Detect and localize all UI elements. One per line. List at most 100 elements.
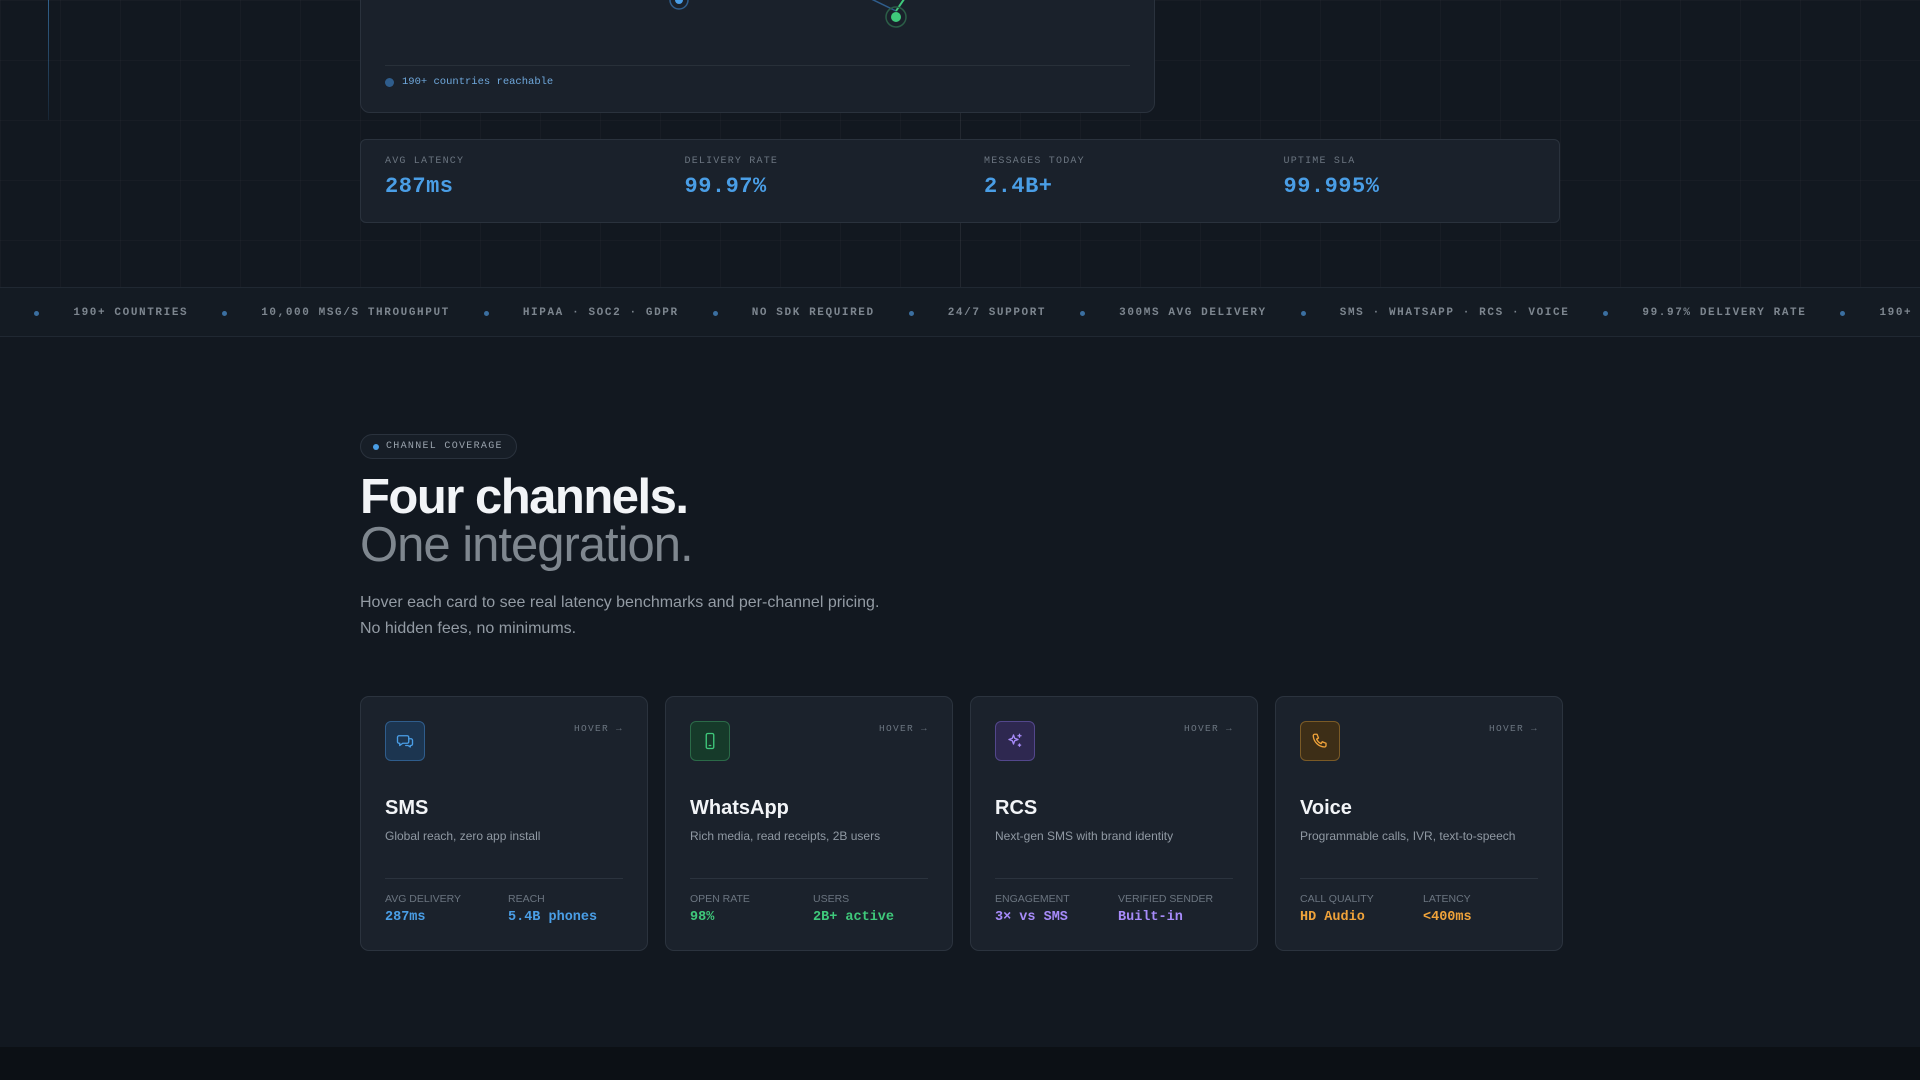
metric-label: VERIFIED SENDER xyxy=(1118,893,1214,905)
hover-hint: HOVER → xyxy=(573,723,623,734)
stat-avg-latency: AVG LATENCY 287ms xyxy=(361,140,661,222)
section-headline: Four channels. xyxy=(360,470,689,524)
ticker-item: NO SDK REQUIRED xyxy=(751,307,875,319)
ticker-track: TE 190+ COUNTRIES 10,000 MSG/S THROUGHPU… xyxy=(0,288,1920,336)
coverage-map xyxy=(669,0,907,28)
section-subheadline: One integration. xyxy=(360,518,694,572)
coverage-map-card: 190+ countries reachable xyxy=(360,0,1155,113)
map-footer-text: 190+ countries reachable xyxy=(402,76,554,88)
stat-delivery-rate: DELIVERY RATE 99.97% xyxy=(661,140,961,222)
ticker-item: 10,000 MSG/S THROUGHPUT xyxy=(261,307,450,319)
stat-label: UPTIME SLA xyxy=(1283,156,1356,167)
metric-label: REACH xyxy=(508,893,545,905)
metric: USERS 2B+ active xyxy=(813,893,936,925)
sparkles-icon xyxy=(995,721,1035,761)
ticker-separator xyxy=(222,310,228,316)
ticker-item: 190+ COUNT xyxy=(1879,307,1920,319)
metric-value: 287ms xyxy=(385,910,426,925)
ticker-item: 300MS AVG DELIVERY xyxy=(1119,307,1267,319)
map-node-active xyxy=(891,12,901,22)
card-description: Global reach, zero app install xyxy=(385,829,541,843)
metric: ENGAGEMENT 3× vs SMS xyxy=(995,893,1118,925)
map-node xyxy=(675,0,683,4)
card-description: Rich media, read receipts, 2B users xyxy=(690,829,881,843)
metric-value: 98% xyxy=(690,910,715,925)
ticker-separator xyxy=(1840,310,1846,316)
route-line xyxy=(895,0,905,12)
pill-label: CHANNEL COVERAGE xyxy=(386,441,503,452)
pill-dot xyxy=(373,443,379,450)
stat-value: 2.4B+ xyxy=(984,174,1053,199)
metric-label: ENGAGEMENT xyxy=(995,893,1070,905)
card-description: Next-gen SMS with brand identity xyxy=(995,829,1174,843)
metric-label: AVG DELIVERY xyxy=(385,893,462,905)
stat-value: 99.995% xyxy=(1283,174,1380,199)
metric: OPEN RATE 98% xyxy=(690,893,813,925)
card-title: SMS xyxy=(385,797,429,819)
divider xyxy=(690,878,928,879)
divider xyxy=(995,878,1233,879)
card-description: Programmable calls, IVR, text-to-speech xyxy=(1300,829,1516,843)
hero-section: 190+ countries reachable AVG LATENCY 287… xyxy=(0,0,1920,287)
ticker-item: SMS · WHATSAPP · RCS · VOICE xyxy=(1339,307,1570,319)
section-pill: CHANNEL COVERAGE xyxy=(360,434,517,459)
card-metrics: ENGAGEMENT 3× vs SMS VERIFIED SENDER Bui… xyxy=(995,893,1241,925)
channel-cards: HOVER → SMS Global reach, zero app insta… xyxy=(360,696,1563,951)
stat-label: AVG LATENCY xyxy=(385,156,465,167)
channel-card-voice[interactable]: HOVER → Voice Programmable calls, IVR, t… xyxy=(1275,696,1563,951)
channel-card-rcs[interactable]: HOVER → RCS Next-gen SMS with brand iden… xyxy=(970,696,1258,951)
accent-line xyxy=(48,0,49,120)
metric: LATENCY <400ms xyxy=(1423,893,1546,925)
card-metrics: CALL QUALITY HD Audio LATENCY <400ms xyxy=(1300,893,1546,925)
ticker-separator xyxy=(712,310,718,316)
stat-label: DELIVERY RATE xyxy=(684,156,779,167)
ticker-separator xyxy=(908,310,914,316)
ticker-item: 99.97% DELIVERY RATE xyxy=(1642,307,1807,319)
metric-value: 3× vs SMS xyxy=(995,910,1068,925)
stat-value: 99.97% xyxy=(684,174,767,199)
ticker-item: HIPAA · SOC2 · GDPR xyxy=(522,307,679,319)
metric-label: USERS xyxy=(813,893,850,905)
metric-label: OPEN RATE xyxy=(690,893,750,905)
metric: REACH 5.4B phones xyxy=(508,893,631,925)
stat-value: 287ms xyxy=(385,174,454,199)
divider xyxy=(385,878,623,879)
footer-band xyxy=(0,1047,1920,1080)
metric: VERIFIED SENDER Built-in xyxy=(1118,893,1241,925)
channel-card-sms[interactable]: HOVER → SMS Global reach, zero app insta… xyxy=(360,696,648,951)
ticker-separator xyxy=(483,310,489,316)
divider xyxy=(1300,878,1538,879)
chat-bubbles-icon xyxy=(385,721,425,761)
metric-value: HD Audio xyxy=(1300,910,1365,925)
metric-label: CALL QUALITY xyxy=(1300,893,1374,905)
stat-messages-today: MESSAGES TODAY 2.4B+ xyxy=(960,140,1260,222)
metric-value: <400ms xyxy=(1423,910,1472,925)
metric-value: Built-in xyxy=(1118,910,1183,925)
stat-label: MESSAGES TODAY xyxy=(984,156,1085,167)
channel-card-whatsapp[interactable]: HOVER → WhatsApp Rich media, read receip… xyxy=(665,696,953,951)
status-dot xyxy=(385,77,394,87)
metric-value: 2B+ active xyxy=(813,910,895,925)
phone-icon xyxy=(1300,721,1340,761)
card-title: RCS xyxy=(995,797,1038,819)
card-metrics: OPEN RATE 98% USERS 2B+ active xyxy=(690,893,936,925)
channel-coverage-section: CHANNEL COVERAGE Four channels. One inte… xyxy=(0,337,1920,1047)
hover-hint: HOVER → xyxy=(1488,723,1538,734)
metric-value: 5.4B phones xyxy=(508,910,598,925)
ticker-separator xyxy=(1080,310,1086,316)
feature-ticker: TE 190+ COUNTRIES 10,000 MSG/S THROUGHPU… xyxy=(0,287,1920,337)
ticker-item: 24/7 SUPPORT xyxy=(947,307,1047,319)
metric: CALL QUALITY HD Audio xyxy=(1300,893,1423,925)
ticker-separator xyxy=(1603,310,1609,316)
metric: AVG DELIVERY 287ms xyxy=(385,893,508,925)
hover-hint: HOVER → xyxy=(1183,723,1233,734)
metric-label: LATENCY xyxy=(1423,893,1471,905)
card-metrics: AVG DELIVERY 287ms REACH 5.4B phones xyxy=(385,893,631,925)
ticker-separator xyxy=(34,310,40,316)
section-description: Hover each card to see real latency benc… xyxy=(360,594,880,637)
map-footer: 190+ countries reachable xyxy=(385,76,553,88)
card-title: Voice xyxy=(1300,797,1352,819)
stat-uptime-sla: UPTIME SLA 99.995% xyxy=(1260,140,1560,222)
ticker-separator xyxy=(1300,310,1306,316)
hover-hint: HOVER → xyxy=(878,723,928,734)
